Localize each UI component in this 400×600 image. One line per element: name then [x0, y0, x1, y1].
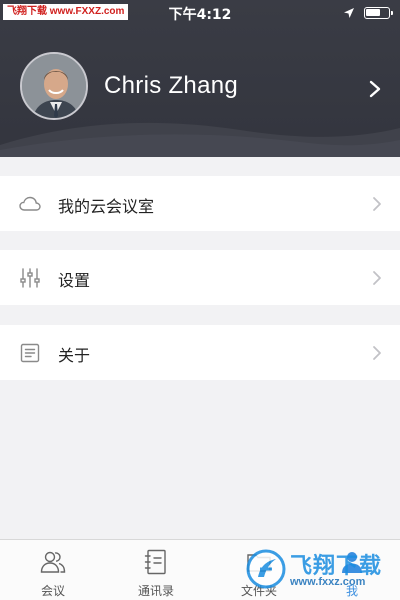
menu-item-settings[interactable]: 设置 — [0, 250, 400, 305]
document-icon — [20, 343, 40, 363]
tab-meetings[interactable]: 会议 — [3, 540, 103, 600]
profile-name[interactable]: Chris Zhang — [104, 72, 238, 100]
watermark-url: www.fxxz.com — [290, 576, 366, 588]
menu-item-label: 我的云会议室 — [58, 197, 155, 216]
location-arrow-icon — [344, 8, 354, 18]
tab-label: 通讯录 — [137, 584, 174, 598]
tab-label: 会议 — [40, 584, 65, 598]
watermark-logo-icon — [246, 549, 286, 589]
menu-item-about[interactable]: 关于 — [0, 325, 400, 380]
sliders-icon — [20, 268, 40, 288]
status-bar: 飞翔下载 www.FXXZ.com 下午4:12 — [0, 0, 400, 26]
chevron-right-icon — [373, 271, 381, 285]
people-icon — [40, 551, 66, 573]
watermark-logo: 飞翔下载 www.fxxz.com — [246, 543, 396, 598]
avatar[interactable] — [20, 52, 88, 120]
address-book-icon — [144, 549, 166, 575]
menu-item-cloud-meeting-room[interactable]: 我的云会议室 — [0, 176, 400, 231]
battery-icon — [364, 7, 393, 19]
tab-contacts[interactable]: 通讯录 — [106, 540, 206, 600]
chevron-right-icon[interactable] — [368, 80, 382, 98]
menu-item-label: 设置 — [58, 271, 91, 290]
menu-item-label: 关于 — [58, 346, 91, 365]
profile-header: 飞翔下载 www.FXXZ.com 下午4:12 Chris Zhang — [0, 0, 400, 157]
chevron-right-icon — [373, 197, 381, 211]
status-time: 下午4:12 — [168, 7, 232, 23]
chevron-right-icon — [373, 346, 381, 360]
cloud-icon — [19, 196, 41, 211]
